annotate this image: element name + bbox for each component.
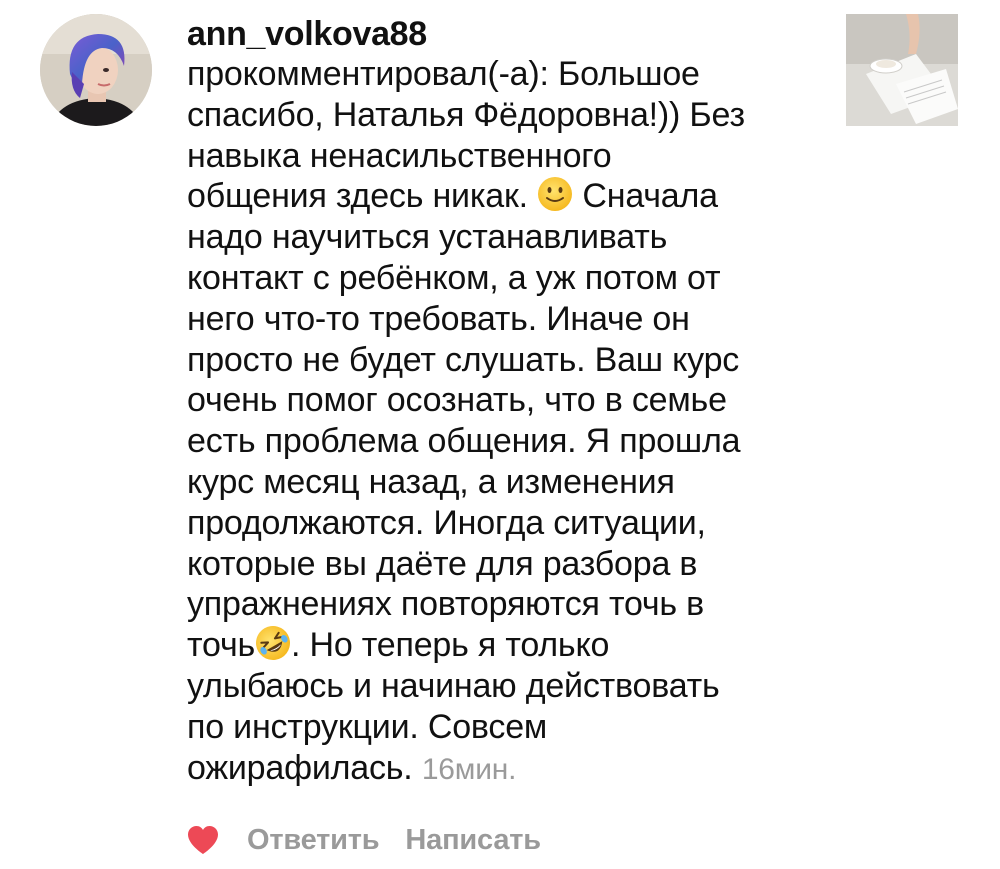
comment-text-line: которые вы даёте для разбора в	[187, 544, 698, 583]
comment-actions: Ответить Написать	[187, 820, 567, 860]
comment-text-line: точь . Но теперь я только	[187, 625, 827, 666]
comment-text-line: курс месяц назад, а изменения	[187, 462, 675, 501]
comment-text-line: общения здесь никак. Сначала	[187, 176, 718, 216]
comment-text-line: упражнениях повторяются точь в	[187, 585, 705, 624]
comment-text-line: продолжаются. Иногда ситуации,	[187, 503, 706, 542]
comment-text-line: спасибо, Наталья Фёдоровна!)) Без	[187, 95, 745, 134]
comment-text-line: надо научиться устанавливать	[187, 218, 668, 257]
comment-text-line: контакт с ребёнком, а уж потом от	[187, 258, 721, 297]
comment-text-line: него что-то требовать. Иначе он	[187, 299, 690, 338]
comment-timestamp: 16мин.	[421, 752, 517, 786]
comment-text-line: улыбаюсь и начинаю действовать	[187, 666, 720, 705]
comment-username[interactable]: ann_volkova88	[187, 14, 827, 54]
post-thumbnail[interactable]	[846, 14, 958, 126]
message-button[interactable]: Написать	[405, 824, 541, 857]
heart-icon[interactable]	[187, 825, 219, 855]
reply-button[interactable]: Ответить	[247, 824, 380, 857]
comment-text-line: прокомментировал(-а): Большое	[187, 55, 700, 93]
slightly-smiling-face-emoji	[537, 176, 573, 212]
comment-text-line: ожирафилась. 16мин.	[187, 748, 517, 787]
comment-text-line: есть проблема общения. Я прошла	[187, 422, 741, 461]
rolling-on-the-floor-laughing-emoji	[255, 625, 291, 661]
comment-text-line: навыка ненасильственного	[187, 136, 612, 175]
comment-text-line: просто не будет слушать. Ваш курс	[187, 340, 740, 379]
user-avatar[interactable]	[40, 14, 152, 126]
comment-block: ann_volkova88 прокомментировал(-а): Боль…	[187, 14, 827, 790]
comment-text-line: по инструкции. Совсем	[187, 707, 548, 746]
comment-text-line: очень помог осознать, что в семье	[187, 381, 727, 420]
